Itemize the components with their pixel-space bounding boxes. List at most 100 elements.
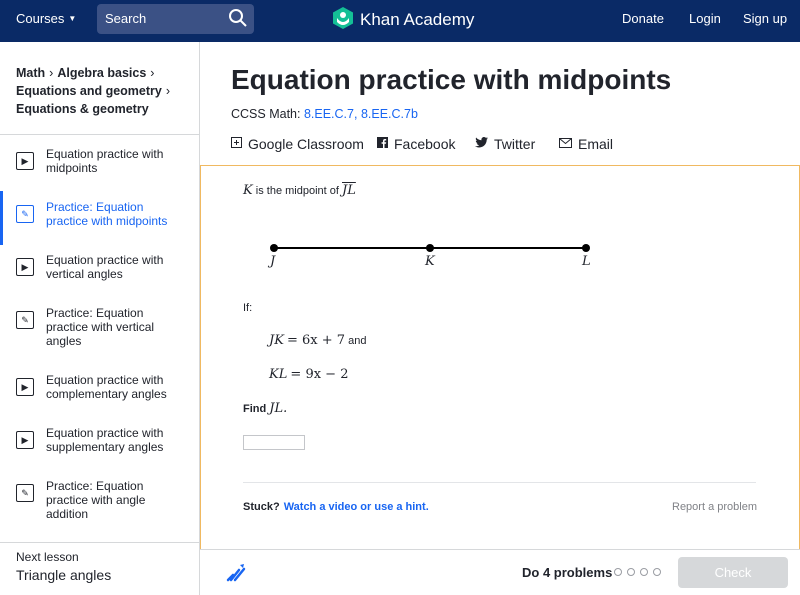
intro-variable: K — [243, 183, 253, 198]
login-link[interactable]: Login — [689, 11, 721, 26]
share-google-classroom[interactable]: Google Classroom — [231, 136, 364, 152]
sidebar-item-video-complementary-angles[interactable]: ▶ Equation practice with complementary a… — [0, 370, 199, 420]
sidebar-item-label: Practice: Equation practice with angle a… — [46, 479, 146, 521]
ccss-link-8eec7[interactable]: 8.EE.C.7, — [304, 107, 358, 121]
breadcrumb-math[interactable]: Math — [16, 66, 45, 80]
search-label: Search — [105, 11, 147, 26]
share-label: Facebook — [394, 136, 456, 152]
next-lesson-label: Next lesson — [16, 550, 79, 564]
sidebar-item-practice-midpoints[interactable]: ✎ Practice: Equation practice with midpo… — [0, 191, 199, 247]
report-problem-link[interactable]: Report a problem — [672, 501, 757, 513]
donate-link[interactable]: Donate — [622, 11, 664, 26]
brand-name: Khan Academy — [360, 10, 475, 29]
sidebar-item-label: Practice: Equation practice with midpoin… — [46, 200, 168, 228]
twitter-icon — [475, 137, 488, 151]
play-icon: ▶ — [16, 431, 34, 449]
sidebar-divider — [0, 542, 199, 543]
sidebar-item-practice-angle-addition[interactable]: ✎ Practice: Equation practice with angle… — [0, 476, 199, 526]
stuck-section: Stuck? Watch a video or use a hint. — [243, 501, 429, 513]
point-label-k: K — [425, 254, 435, 269]
sidebar-item-label: Equation practice with vertical angles — [46, 253, 164, 281]
stuck-label: Stuck? — [243, 501, 280, 513]
share-email[interactable]: Email — [559, 136, 613, 152]
pencil-icon: ✎ — [16, 484, 34, 502]
progress-dot — [627, 568, 635, 576]
hint-link[interactable]: Watch a video or use a hint. — [284, 501, 429, 513]
equation-jk: JK = 6x + 7 and — [269, 333, 366, 348]
pencil-icon: ✎ — [16, 311, 34, 329]
sidebar-item-video-vertical-angles[interactable]: ▶ Equation practice with vertical angles — [0, 250, 199, 300]
google-classroom-icon — [231, 137, 242, 151]
exercise-panel — [200, 165, 800, 549]
email-icon — [559, 137, 572, 151]
chevron-right-icon: › — [49, 66, 54, 80]
active-indicator — [0, 191, 3, 245]
equation-kl: KL = 9x − 2 — [269, 367, 348, 382]
find-variable: JL. — [269, 401, 288, 416]
play-icon: ▶ — [16, 152, 34, 170]
chevron-right-icon: › — [150, 66, 155, 80]
next-lesson-link[interactable]: Triangle angles — [16, 567, 111, 583]
breadcrumb: Math › Algebra basics › Equations and geome… — [16, 64, 196, 118]
share-facebook[interactable]: Facebook — [377, 136, 455, 152]
progress-dot — [640, 568, 648, 576]
answer-input[interactable] — [243, 435, 305, 450]
scratchpad-icon[interactable] — [225, 561, 247, 588]
if-label: If: — [243, 302, 253, 314]
sidebar-item-practice-vertical-angles[interactable]: ✎ Practice: Equation practice with verti… — [0, 303, 199, 353]
equation-jk-rhs: = 6x + 7 — [287, 333, 346, 348]
progress-dot — [653, 568, 661, 576]
hint-divider — [243, 482, 756, 483]
sidebar-item-label: Equation practice with supplementary ang… — [46, 426, 164, 454]
point-k — [426, 244, 434, 252]
point-l — [582, 244, 590, 252]
breadcrumb-algebra-basics[interactable]: Algebra basics — [57, 66, 146, 80]
sidebar-item-video-supplementary-angles[interactable]: ▶ Equation practice with supplementary a… — [0, 423, 199, 473]
sidebar-item-label: Equation practice with midpoints — [46, 147, 164, 175]
share-twitter[interactable]: Twitter — [475, 136, 535, 152]
progress-dot — [614, 568, 622, 576]
equation-and: and — [348, 335, 367, 347]
signup-link[interactable]: Sign up — [743, 11, 787, 26]
pencil-icon: ✎ — [16, 205, 34, 223]
check-button[interactable]: Check — [678, 557, 788, 588]
play-icon: ▶ — [16, 378, 34, 396]
khan-academy-logo[interactable]: Khan Academy — [332, 6, 475, 35]
find-prompt: Find JL. — [243, 401, 287, 416]
equation-jk-lhs: JK — [269, 333, 284, 348]
point-label-l: L — [582, 254, 591, 269]
sidebar-divider — [0, 134, 199, 135]
point-j — [270, 244, 278, 252]
sidebar-item-label: Practice: Equation practice with vertica… — [46, 306, 155, 348]
chevron-right-icon: › — [165, 84, 171, 98]
point-label-j: J — [270, 254, 276, 269]
top-navigation-bar: Courses ▼ Search Khan Academy Donate Logi… — [0, 0, 800, 42]
share-label: Email — [578, 136, 614, 152]
equation-kl-lhs: KL — [269, 367, 288, 382]
lesson-sidebar: Math › Algebra basics › Equations and geome… — [0, 42, 200, 595]
intro-text: is the midpoint of — [255, 185, 339, 197]
sidebar-item-label: Equation practice with complementary ang… — [46, 373, 167, 401]
find-label: Find — [243, 403, 267, 415]
equation-kl-rhs: = 9x − 2 — [290, 367, 349, 382]
breadcrumb-equations-and-geometry[interactable]: Equations and geometry — [16, 84, 162, 98]
search-box[interactable]: Search — [97, 4, 254, 34]
facebook-icon — [377, 137, 388, 151]
page-title: Equation practice with midpoints — [231, 64, 672, 95]
logo-leaf-icon — [332, 6, 354, 35]
ccss-link-8eec7b[interactable]: 8.EE.C.7b — [361, 107, 418, 121]
courses-label: Courses — [16, 11, 65, 26]
caret-down-icon: ▼ — [68, 14, 77, 23]
question-intro: K is the midpoint of JL — [243, 183, 356, 198]
ccss-standards: CCSS Math: 8.EE.C.7, 8.EE.C.7b — [231, 107, 418, 121]
problem-count-label: Do 4 problems — [522, 565, 613, 580]
ccss-prefix: CCSS Math: — [231, 107, 301, 121]
share-label: Google Classroom — [248, 136, 364, 152]
share-label: Twitter — [494, 136, 536, 152]
play-icon: ▶ — [16, 258, 34, 276]
sidebar-item-video-midpoints[interactable]: ▶ Equation practice with midpoints — [0, 144, 199, 194]
search-icon[interactable] — [228, 8, 248, 33]
intro-segment: JL — [342, 183, 356, 198]
breadcrumb-equations-geometry[interactable]: Equations & geometry — [16, 102, 149, 116]
courses-menu[interactable]: Courses ▼ — [16, 11, 76, 26]
